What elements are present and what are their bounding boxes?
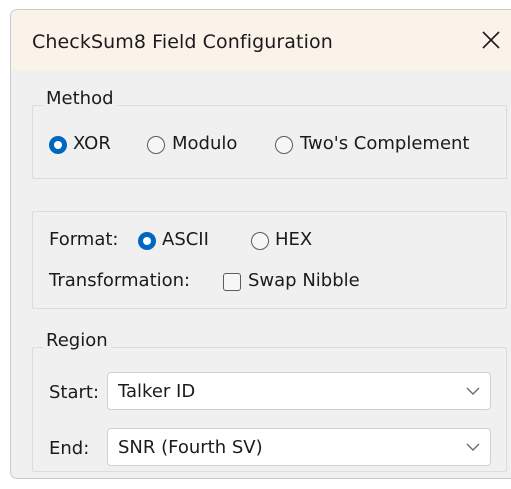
method-twos-complement-radio[interactable] — [275, 136, 293, 154]
swap-nibble-label[interactable]: Swap Nibble — [248, 270, 360, 291]
method-xor-radio[interactable] — [49, 136, 67, 154]
start-label: Start: — [49, 382, 100, 403]
method-modulo-label[interactable]: Modulo — [172, 133, 237, 154]
end-label: End: — [49, 438, 90, 459]
format-hex-label[interactable]: HEX — [275, 229, 312, 250]
format-group — [32, 211, 507, 309]
chevron-down-icon — [466, 387, 480, 395]
start-dropdown[interactable]: Talker ID — [107, 372, 491, 410]
method-legend: Method — [43, 88, 117, 109]
method-modulo-radio[interactable] — [147, 136, 165, 154]
chevron-down-icon — [466, 443, 480, 451]
format-ascii-label[interactable]: ASCII — [162, 229, 209, 250]
method-twos-complement-label[interactable]: Two's Complement — [300, 133, 470, 154]
title-bar: CheckSum8 Field Configuration — [11, 10, 511, 70]
end-dropdown-value: SNR (Fourth SV) — [118, 437, 263, 458]
start-dropdown-value: Talker ID — [118, 381, 196, 402]
transformation-label: Transformation: — [49, 270, 191, 291]
window-title: CheckSum8 Field Configuration — [32, 31, 333, 53]
close-button[interactable] — [471, 22, 511, 58]
format-hex-radio[interactable] — [251, 232, 269, 250]
checksum-config-dialog: CheckSum8 Field Configuration Method XOR… — [10, 9, 511, 479]
region-legend: Region — [43, 330, 111, 351]
end-dropdown[interactable]: SNR (Fourth SV) — [107, 428, 491, 466]
swap-nibble-checkbox[interactable] — [223, 273, 241, 291]
method-xor-label[interactable]: XOR — [73, 133, 111, 154]
close-icon — [482, 31, 500, 49]
format-ascii-radio[interactable] — [138, 232, 156, 250]
format-label: Format: — [49, 229, 119, 250]
